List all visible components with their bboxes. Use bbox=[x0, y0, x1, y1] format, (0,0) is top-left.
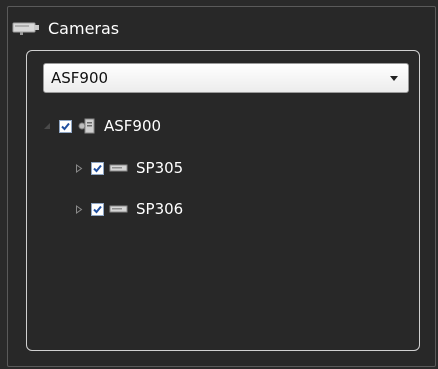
tree-node-label: SP305 bbox=[136, 159, 184, 177]
collapsed-triangle-icon[interactable] bbox=[73, 203, 85, 215]
expanded-triangle-icon[interactable] bbox=[41, 120, 53, 132]
site-select-dropdown[interactable]: ASF900 bbox=[43, 63, 409, 93]
device-icon bbox=[109, 201, 129, 217]
collapsed-triangle-icon[interactable] bbox=[73, 162, 85, 174]
panel-header: Cameras bbox=[12, 16, 119, 40]
camera-icon bbox=[12, 20, 46, 36]
tree-node-label: SP306 bbox=[136, 200, 184, 218]
server-icon bbox=[77, 118, 97, 134]
camera-tree-container: ASF900 ASF900 SP305 SP306 bbox=[26, 50, 420, 351]
device-icon bbox=[109, 160, 129, 176]
tree-node-label: ASF900 bbox=[104, 117, 162, 135]
chevron-down-icon[interactable] bbox=[390, 76, 398, 81]
tree-node-sp306[interactable]: SP306 bbox=[73, 198, 183, 220]
tree-node-root[interactable]: ASF900 bbox=[41, 115, 161, 137]
panel-title: Cameras bbox=[48, 18, 120, 38]
checkbox-root[interactable] bbox=[59, 119, 72, 133]
dropdown-selected-value: ASF900 bbox=[51, 69, 109, 87]
checkbox-sp305[interactable] bbox=[91, 161, 104, 175]
tree-node-sp305[interactable]: SP305 bbox=[73, 157, 183, 179]
checkbox-sp306[interactable] bbox=[91, 202, 104, 216]
